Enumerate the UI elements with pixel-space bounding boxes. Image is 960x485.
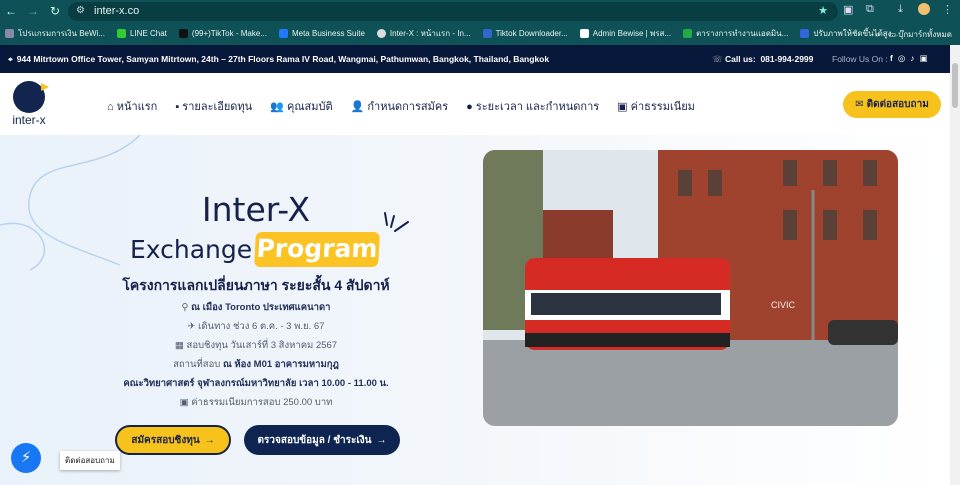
check-payment-button[interactable]: ตรวจสอบข้อมูล / ชำระเงิน →	[244, 425, 400, 455]
tiktok-icon[interactable]: ♪	[910, 53, 919, 63]
download-icon[interactable]: ⤓	[898, 3, 903, 16]
nav-schedule[interactable]: ● ระยะเวลา และกำหนดการ	[466, 97, 599, 115]
nav-fees[interactable]: ▣ ค่าธรรมเนียม	[617, 97, 695, 115]
bookmark[interactable]: LINE Chat	[117, 29, 167, 38]
reload-icon[interactable]: ↻	[44, 4, 66, 18]
instagram-icon[interactable]: ◎	[898, 53, 910, 63]
site-logo[interactable]: inter-x	[8, 81, 50, 127]
location-icon: ⌖	[8, 53, 13, 64]
chat-tooltip: ติดต่อสอบถาม	[60, 451, 120, 470]
top-info-bar: ⌖ 944 Mitrtown Office Tower, Samyan Mitr…	[0, 45, 950, 73]
nav-qualification[interactable]: 👥 คุณสมบัติ	[270, 97, 332, 115]
card-icon: ▪	[175, 101, 180, 113]
user-plus-icon: 👤	[350, 101, 365, 113]
apply-button[interactable]: สมัครสอบชิงทุน →	[115, 425, 231, 455]
back-icon[interactable]: ←	[0, 4, 22, 18]
menu-icon[interactable]: ⋮	[942, 3, 953, 16]
scrollbar[interactable]	[950, 45, 960, 485]
nav-home[interactable]: ⌂ หน้าแรก	[107, 97, 157, 115]
extension-icon[interactable]: ▣	[843, 3, 853, 16]
bookmark[interactable]: Meta Business Suite	[278, 29, 365, 38]
main-nav: inter-x ⌂ หน้าแรก ▪ รายละเอียดทุน 👥 คุณส…	[0, 73, 950, 135]
envelope-icon: ✉	[855, 99, 864, 110]
users-icon: 👥	[270, 101, 284, 113]
plane-icon: ✈	[187, 321, 196, 332]
hero-section: Inter-X Exchange Program โครงการแลกเปลี่…	[0, 135, 950, 485]
url-text: inter-x.co	[94, 5, 140, 17]
map-pin-icon: ⚲	[181, 302, 189, 313]
hero-subtitle: โครงการแลกเปลี่ยนภาษา ระยะสั้น 4 สัปดาห์	[122, 277, 390, 293]
toronto-tram-photo: CIVIC	[483, 150, 898, 426]
hero-exchange: Exchange	[130, 235, 253, 264]
address-bar[interactable]: ⚙ inter-x.co ★	[68, 2, 838, 21]
bookmark-star-icon[interactable]: ★	[818, 4, 828, 17]
logo-globe-icon	[13, 81, 49, 113]
hero-title: Inter-X	[201, 190, 311, 229]
facebook-icon[interactable]: f	[890, 53, 898, 63]
accent-lines-icon	[384, 212, 409, 232]
bookmark[interactable]: Admin Bewise | พรส...	[579, 27, 671, 40]
program-details: ⚲ ณ เมือง Toronto ประเทศแคนาดา ✈ เดินทาง…	[123, 302, 389, 408]
bookmark[interactable]: Tiktok Downloader...	[482, 29, 568, 38]
phone-info[interactable]: ☏ Call us: 081-994-2999	[712, 54, 813, 65]
follow-label: Follow Us On :	[832, 54, 888, 64]
phone-icon: ☏	[712, 54, 725, 64]
arrow-right-icon: →	[204, 434, 215, 446]
line-icon[interactable]: ▣	[920, 53, 933, 63]
profile-avatar[interactable]	[918, 3, 930, 15]
address-text: 944 Mitrtown Office Tower, Samyan Mitrto…	[16, 54, 550, 64]
nav-scholarship[interactable]: ▪ รายละเอียดทุน	[175, 97, 252, 115]
bookmark[interactable]: โปรแกรมการเงิน BeWi...	[5, 27, 105, 40]
site-info-icon[interactable]: ⚙	[76, 5, 85, 16]
calendar-icon: ▦	[174, 340, 184, 351]
arrow-right-icon: →	[376, 434, 387, 446]
messenger-icon: ⚡	[20, 449, 32, 466]
bookmarks-bar: โปรแกรมการเงิน BeWi... LINE Chat (99+)Ti…	[0, 22, 960, 45]
nav-application[interactable]: 👤 กำหนดการสมัคร	[351, 97, 449, 115]
civic-sign: CIVIC	[771, 300, 796, 310]
bookmark[interactable]: Inter-X : หน้าแรก - In...	[376, 27, 471, 40]
hero-program-badge: Program	[254, 232, 380, 267]
home-icon: ⌂	[107, 101, 114, 113]
contact-button[interactable]: ✉ ติดต่อสอบถาม	[843, 91, 941, 118]
clock-icon: ●	[466, 101, 473, 113]
messenger-chat-button[interactable]: ⚡	[11, 443, 41, 473]
bookmark[interactable]: ตารางการทำงานแอดมิน...	[683, 27, 788, 40]
all-bookmarks[interactable]: » ▭ บุ๊กมาร์กทั้งหมด	[875, 28, 952, 41]
money-icon: ▣	[179, 397, 189, 408]
money-icon: ▣	[617, 101, 628, 113]
puzzle-icon[interactable]: ⧉	[866, 3, 874, 16]
forward-icon[interactable]: →	[22, 4, 44, 18]
scrollbar-thumb[interactable]	[952, 63, 958, 108]
bookmark[interactable]: (99+)TikTok - Make...	[178, 29, 267, 38]
